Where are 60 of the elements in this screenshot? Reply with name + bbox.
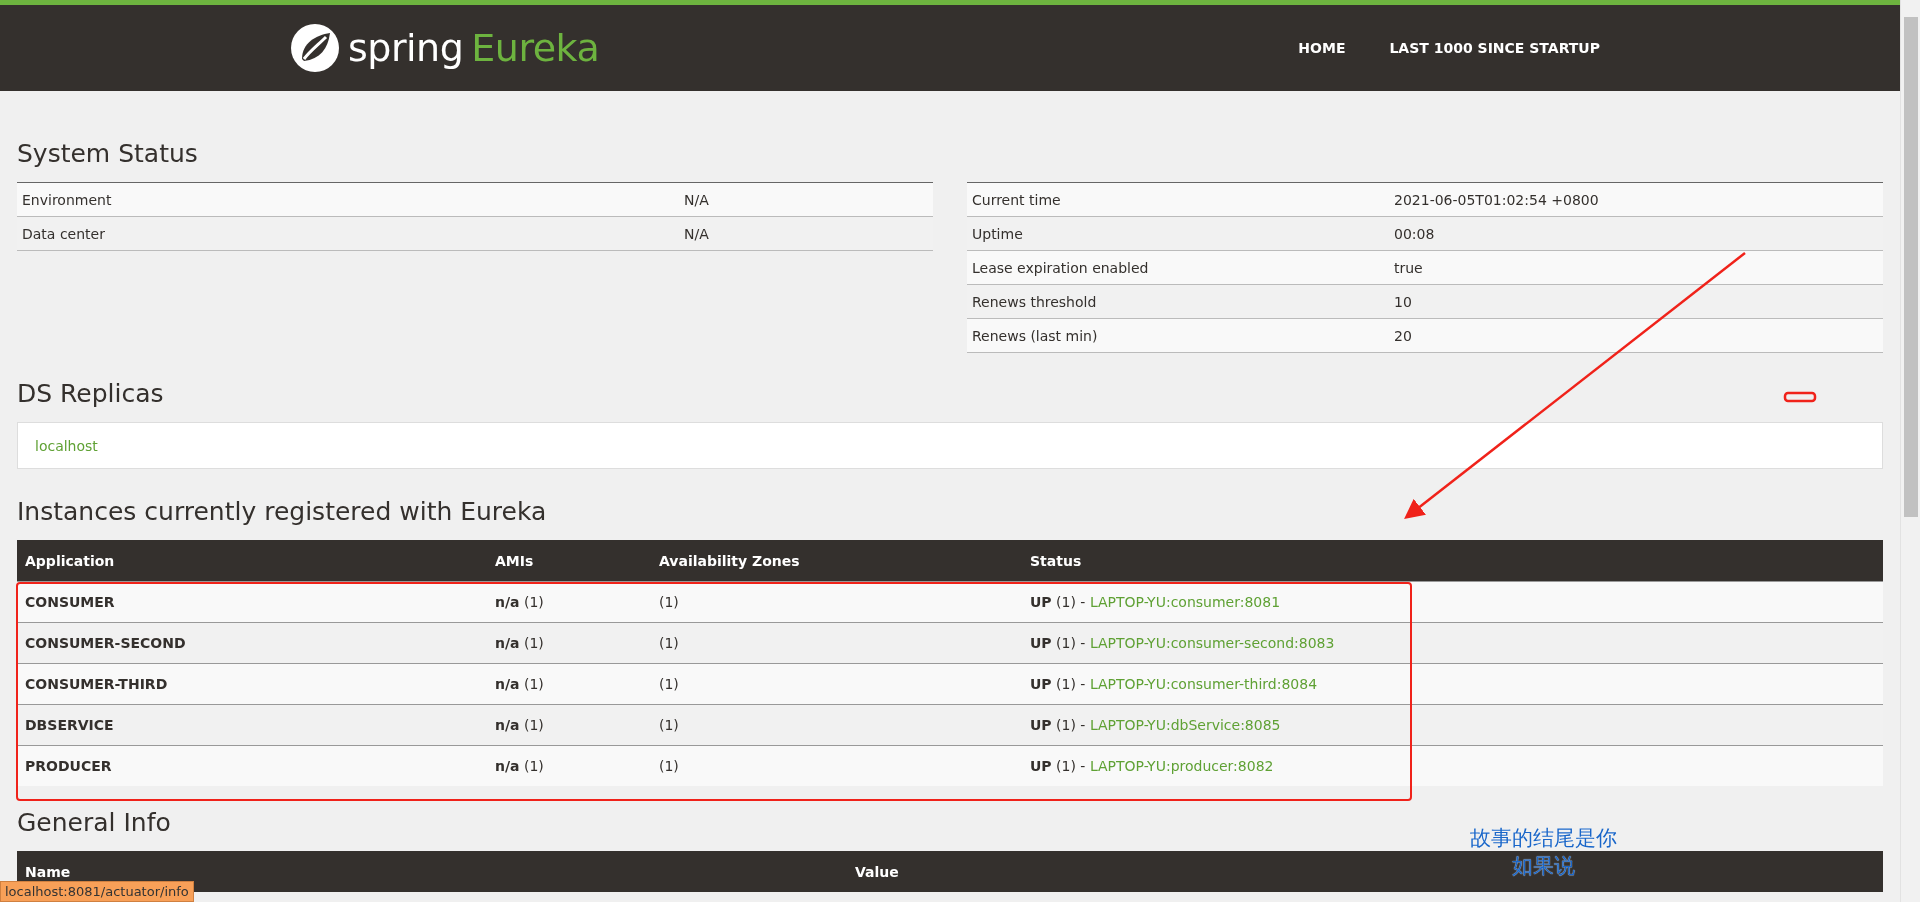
status-cell: UP (1) - LAPTOP-YU:consumer:8081 — [1030, 594, 1281, 610]
brand-name: spring — [348, 26, 464, 70]
lyrics-overlay-text: 故事的结尾是你 — [1470, 825, 1617, 852]
section-title: General Info — [17, 808, 171, 837]
table-cell-text: Uptime — [972, 225, 1024, 242]
table-cell-text: Current time — [972, 191, 1062, 208]
instance-link[interactable]: LAPTOP-YU:consumer-third:8084 — [1089, 676, 1318, 692]
table-cell-text: Renews threshold — [972, 293, 1098, 310]
column-header: AMIs — [495, 552, 534, 569]
column-header: Value — [855, 863, 899, 880]
table-cell-text: Data center — [22, 225, 106, 242]
table-cell-text: Renews (last min) — [972, 327, 1099, 344]
status-cell: UP (1) - LAPTOP-YU:producer:8082 — [1030, 758, 1274, 774]
instance-link[interactable]: LAPTOP-YU:producer:8082 — [1089, 758, 1274, 774]
leaf-logo-icon — [290, 23, 340, 73]
table-cell-text: (1) — [659, 676, 680, 692]
status-cell: UP (1) - LAPTOP-YU:dbService:8085 — [1030, 717, 1281, 733]
table-cell-text: Environment — [22, 191, 113, 208]
table-cell-text: n/a (1) — [495, 594, 545, 610]
section-title: DS Replicas — [17, 379, 164, 408]
table-cell-text: DBSERVICE — [25, 717, 115, 733]
nav-link[interactable]: HOME — [1298, 40, 1346, 56]
nav-link[interactable]: LAST 1000 SINCE STARTUP — [1389, 40, 1600, 56]
section-title: Instances currently registered with Eureka — [17, 497, 547, 526]
table-cell-text: 00:08 — [1394, 225, 1436, 242]
section-title: System Status — [17, 139, 198, 168]
table-cell-text: (1) — [659, 594, 680, 610]
table-cell-text: n/a (1) — [495, 635, 545, 651]
table-cell-text: (1) — [659, 758, 680, 774]
column-header: Name — [25, 863, 71, 880]
lyrics-overlay-text: 如果说 — [1512, 853, 1575, 880]
table-cell-text: (1) — [659, 635, 680, 651]
instance-link[interactable]: LAPTOP-YU:dbService:8085 — [1089, 717, 1281, 733]
table-cell-text: (1) — [659, 717, 680, 733]
instance-link[interactable]: LAPTOP-YU:consumer-second:8083 — [1089, 635, 1335, 651]
table-cell-text: 2021-06-05T01:02:54 +0800 — [1394, 191, 1600, 208]
link-preview-tooltip: localhost:8081/actuator/info — [0, 881, 194, 902]
table-cell-text: N/A — [684, 191, 710, 208]
table-cell-text: n/a (1) — [495, 717, 545, 733]
product-name: Eureka — [471, 26, 600, 70]
column-header: Status — [1030, 552, 1082, 569]
table-cell-text: CONSUMER — [25, 594, 116, 610]
table-cell-text: 20 — [1394, 327, 1413, 344]
replica-link[interactable]: localhost — [35, 437, 98, 454]
column-header: Availability Zones — [659, 552, 800, 569]
table-cell-text: true — [1394, 259, 1424, 276]
status-cell: UP (1) - LAPTOP-YU:consumer-third:8084 — [1030, 676, 1318, 692]
table-cell-text: CONSUMER-THIRD — [25, 676, 169, 692]
table-cell-text: CONSUMER-SECOND — [25, 635, 187, 651]
scrollbar[interactable] — [1900, 0, 1920, 902]
table-cell-text: N/A — [684, 225, 710, 242]
table-cell-text: PRODUCER — [25, 758, 113, 774]
annotation-box — [1783, 391, 1817, 403]
instance-link[interactable]: LAPTOP-YU:consumer:8081 — [1089, 594, 1281, 610]
table-cell-text: n/a (1) — [495, 758, 545, 774]
status-cell: UP (1) - LAPTOP-YU:consumer-second:8083 — [1030, 635, 1335, 651]
table-cell-text: n/a (1) — [495, 676, 545, 692]
table-cell-text: Lease expiration enabled — [972, 259, 1150, 276]
table-cell-text: 10 — [1394, 293, 1413, 310]
column-header: Application — [25, 552, 115, 569]
